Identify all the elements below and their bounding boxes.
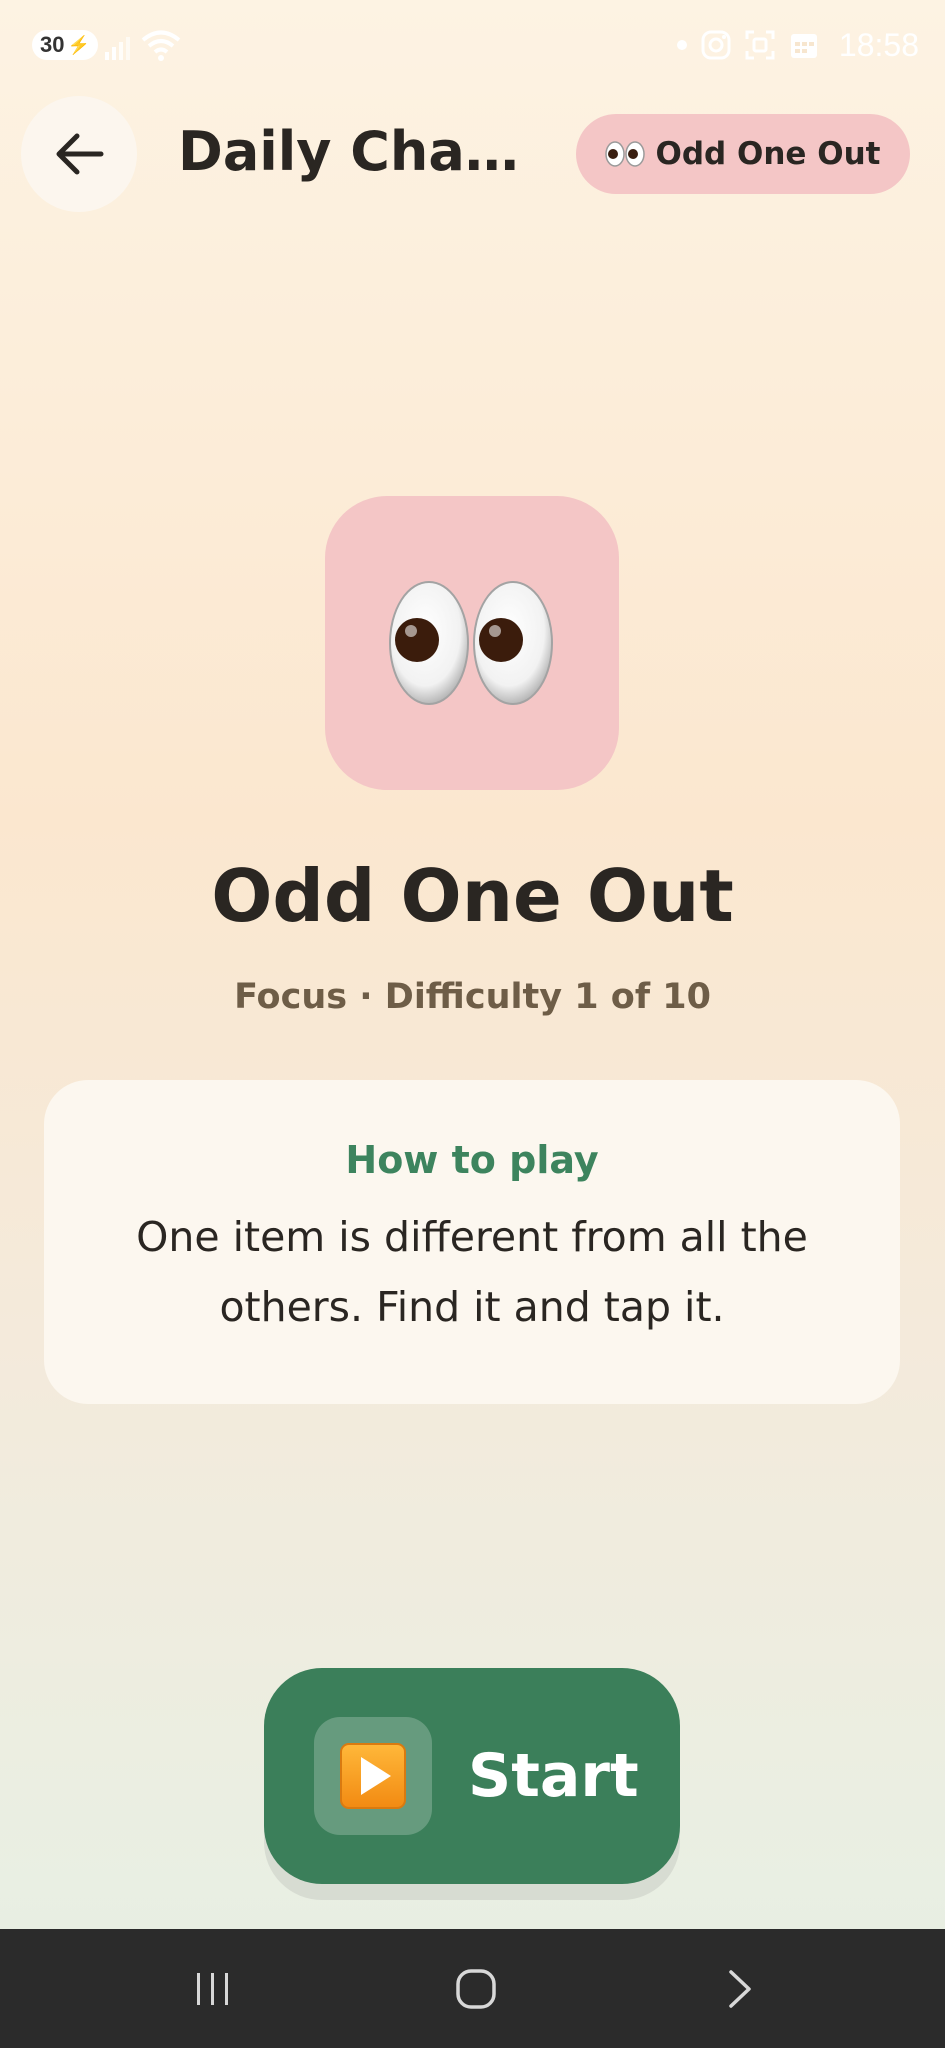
battery-level: 30: [40, 32, 65, 57]
game-title: Odd One Out: [211, 854, 734, 938]
eyes-emoji-icon: [389, 581, 553, 705]
start-button-label: Start: [468, 1741, 639, 1811]
nav-back-button[interactable]: [670, 1929, 810, 2048]
home-button[interactable]: [406, 1929, 546, 2048]
wifi-icon: [141, 30, 181, 61]
charging-icon: ⚡: [67, 34, 90, 55]
page-title: Daily Chal...: [178, 120, 528, 183]
play-button-icon-box: [314, 1717, 432, 1835]
game-chip: Odd One Out: [576, 114, 910, 194]
arrow-left-icon: [56, 133, 104, 175]
back-button[interactable]: [21, 96, 137, 212]
nav-back-icon: [729, 1969, 751, 2008]
battery-indicator: 30 ⚡: [32, 30, 98, 60]
eyes-emoji-icon: [605, 141, 646, 167]
recents-icon: [197, 1972, 228, 2005]
instagram-icon: [701, 30, 731, 60]
game-subtitle: Focus · Difficulty 1 of 10: [234, 977, 711, 1017]
status-icons: 18:58: [676, 24, 919, 66]
screenshot-icon: [745, 30, 775, 60]
calendar-icon: [790, 34, 817, 58]
how-to-play-title: How to play: [345, 1138, 599, 1182]
notification-dot-icon: [676, 40, 687, 50]
game-chip-label: Odd One Out: [655, 136, 881, 172]
how-to-play-text: One item is different from all the other…: [136, 1213, 808, 1331]
start-button[interactable]: Start: [264, 1668, 680, 1884]
status-bar: 30 ⚡ 18:58: [0, 0, 945, 90]
play-button-icon: [340, 1743, 406, 1809]
signal-icon: [105, 37, 130, 60]
how-to-play-card: How to play One item is different from a…: [44, 1080, 900, 1404]
game-tile: [325, 496, 619, 790]
home-icon: [456, 1968, 496, 2009]
recents-button[interactable]: [143, 1929, 283, 2048]
status-time: 18:58: [838, 26, 919, 63]
system-nav-bar: [0, 1929, 945, 2048]
